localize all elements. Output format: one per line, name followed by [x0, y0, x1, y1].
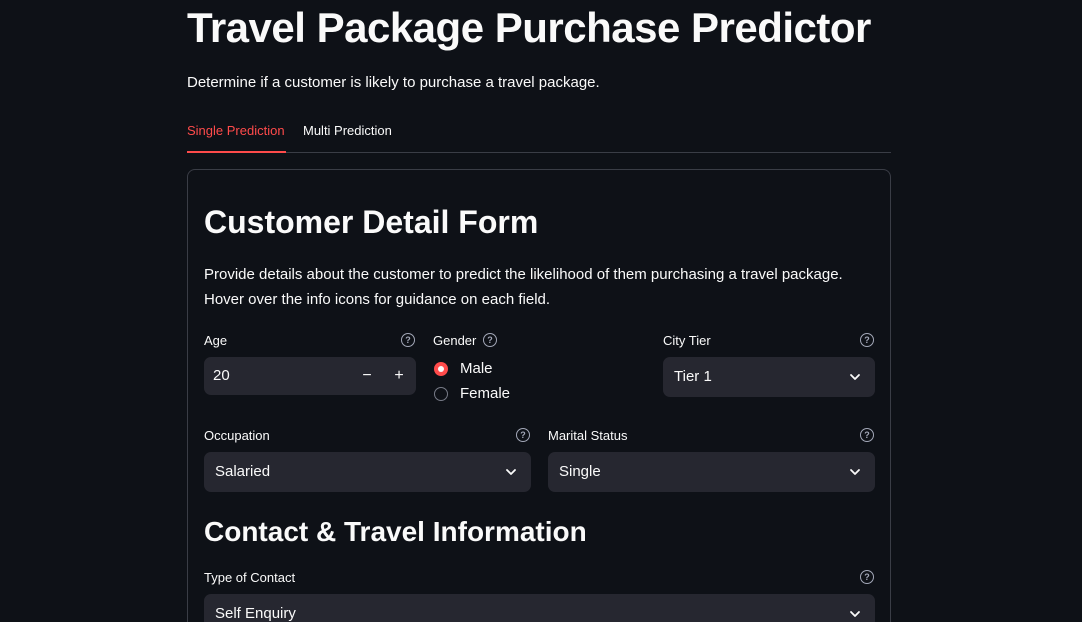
- city-tier-select[interactable]: Tier 1: [663, 357, 875, 397]
- radio-unselected-icon[interactable]: [434, 387, 448, 401]
- customer-form-card: Customer Detail Form Provide details abo…: [187, 169, 891, 622]
- page-title: Travel Package Purchase Predictor: [187, 4, 871, 51]
- question-circle-icon[interactable]: ?: [516, 428, 530, 442]
- question-circle-icon[interactable]: ?: [401, 333, 415, 347]
- age-value[interactable]: 20: [213, 367, 230, 384]
- question-circle-icon[interactable]: ?: [860, 570, 874, 584]
- gender-option-label[interactable]: Male: [460, 360, 493, 377]
- tab-multi-prediction[interactable]: Multi Prediction: [303, 123, 392, 138]
- type-of-contact-value[interactable]: Self Enquiry: [215, 605, 296, 622]
- occupation-value[interactable]: Salaried: [215, 463, 270, 480]
- question-circle-icon[interactable]: ?: [860, 428, 874, 442]
- marital-status-select[interactable]: Single: [548, 452, 875, 492]
- type-of-contact-select[interactable]: Self Enquiry: [204, 594, 875, 622]
- age-label: Age: [204, 333, 228, 348]
- form-description-line-2: Hover over the info icons for guidance o…: [204, 291, 551, 308]
- age-stepper[interactable]: 20 − +: [204, 357, 416, 395]
- question-circle-icon[interactable]: ?: [860, 333, 874, 347]
- radio-selected-icon[interactable]: [434, 362, 448, 376]
- marital-status-value[interactable]: Single: [559, 463, 601, 480]
- occupation-select[interactable]: Salaried: [204, 452, 531, 492]
- chevron-down-icon[interactable]: [849, 608, 861, 620]
- chevron-down-icon[interactable]: [849, 466, 861, 478]
- chevron-down-icon[interactable]: [505, 466, 517, 478]
- chevron-down-icon[interactable]: [849, 371, 861, 383]
- tab-bar: Single Prediction Multi Prediction: [187, 117, 891, 153]
- age-increment-button[interactable]: +: [389, 366, 409, 386]
- occupation-label: Occupation: [204, 428, 270, 443]
- gender-option-label[interactable]: Female: [460, 385, 510, 402]
- app-page: Travel Package Purchase Predictor Determ…: [0, 0, 1082, 622]
- tab-single-prediction[interactable]: Single Prediction: [187, 123, 285, 138]
- question-circle-icon[interactable]: ?: [483, 333, 497, 347]
- form-description: Provide details about the customer to pr…: [204, 262, 874, 312]
- type-of-contact-label: Type of Contact: [204, 570, 296, 585]
- form-description-line-1: Provide details about the customer to pr…: [204, 266, 843, 283]
- gender-label: Gender: [433, 333, 477, 348]
- marital-status-label: Marital Status: [548, 428, 628, 443]
- contact-section-title: Contact & Travel Information: [204, 516, 587, 547]
- active-tab-indicator: [187, 151, 286, 153]
- page-subtitle: Determine if a customer is likely to pur…: [187, 74, 600, 91]
- city-tier-value[interactable]: Tier 1: [674, 368, 712, 385]
- city-tier-label: City Tier: [663, 333, 711, 348]
- form-title: Customer Detail Form: [204, 204, 539, 240]
- age-decrement-button[interactable]: −: [357, 366, 377, 386]
